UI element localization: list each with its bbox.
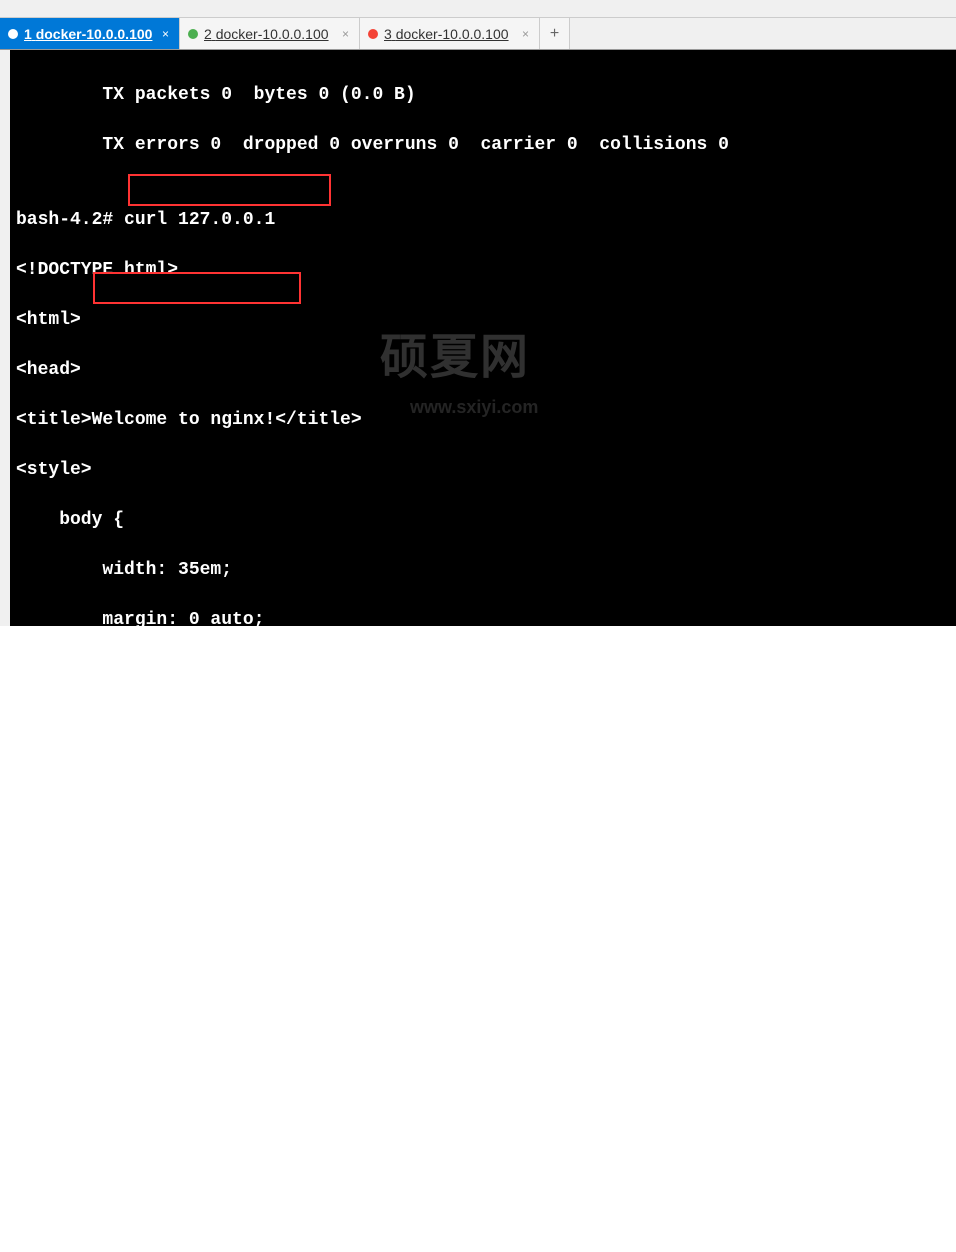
terminal-output[interactable]: TX packets 0 bytes 0 (0.0 B) TX errors 0… — [0, 50, 956, 626]
tab-status-dot — [188, 29, 198, 39]
tab-1[interactable]: 1 docker-10.0.0.100 × — [0, 18, 180, 49]
terminal-line: working. Further configuration is requir… — [0, 1008, 956, 1033]
terminal-line: <h1>Welcome to nginx!</h1> — [0, 908, 956, 933]
tab-close-icon[interactable]: × — [340, 27, 351, 41]
terminal-line: width: 35em; — [0, 558, 956, 583]
tab-close-icon[interactable]: × — [160, 27, 171, 41]
terminal-line: <title>Welcome to nginx!</title> — [0, 408, 956, 433]
tab-label: 1 docker-10.0.0.100 — [24, 26, 154, 42]
tab-status-dot — [368, 29, 378, 39]
terminal-line: <style> — [0, 458, 956, 483]
window-top-bar — [0, 0, 956, 18]
terminal-line: <p>For online documentation and support … — [0, 1083, 956, 1108]
terminal-line: <a href="http://nginx.org/">nginx.org</a… — [0, 1133, 956, 1158]
terminal-line: <body> — [0, 858, 956, 883]
tab-label: 3 docker-10.0.0.100 — [384, 26, 514, 42]
terminal-line: font-family: Tahoma, Verdana, Arial, san… — [0, 658, 956, 683]
terminal-line: <!DOCTYPE html> — [0, 258, 956, 283]
terminal-line: <html> — [0, 308, 956, 333]
new-tab-button[interactable]: + — [540, 18, 570, 49]
terminal-line: } — [0, 708, 956, 733]
left-gutter — [0, 50, 10, 626]
terminal-line: bash-4.2# curl 127.0.0.1 — [0, 208, 956, 233]
terminal-line: TX packets 0 bytes 0 (0.0 B) — [0, 83, 956, 108]
tab-status-dot — [8, 29, 18, 39]
terminal-line: </head> — [0, 808, 956, 833]
highlight-annotation-command — [128, 174, 331, 206]
terminal-line: body { — [0, 508, 956, 533]
tab-label: 2 docker-10.0.0.100 — [204, 26, 334, 42]
tab-3[interactable]: 3 docker-10.0.0.100 × — [360, 18, 540, 49]
terminal-line: margin: 0 auto; — [0, 608, 956, 633]
tab-bar: 1 docker-10.0.0.100 × 2 docker-10.0.0.10… — [0, 18, 956, 50]
terminal-line: TX errors 0 dropped 0 overruns 0 carrier… — [0, 133, 956, 158]
terminal-line: <p>If you see this page, the nginx web s… — [0, 958, 956, 983]
terminal-line: <head> — [0, 358, 956, 383]
tab-close-icon[interactable]: × — [520, 27, 531, 41]
tab-2[interactable]: 2 docker-10.0.0.100 × — [180, 18, 360, 49]
terminal-line: </style> — [0, 758, 956, 783]
